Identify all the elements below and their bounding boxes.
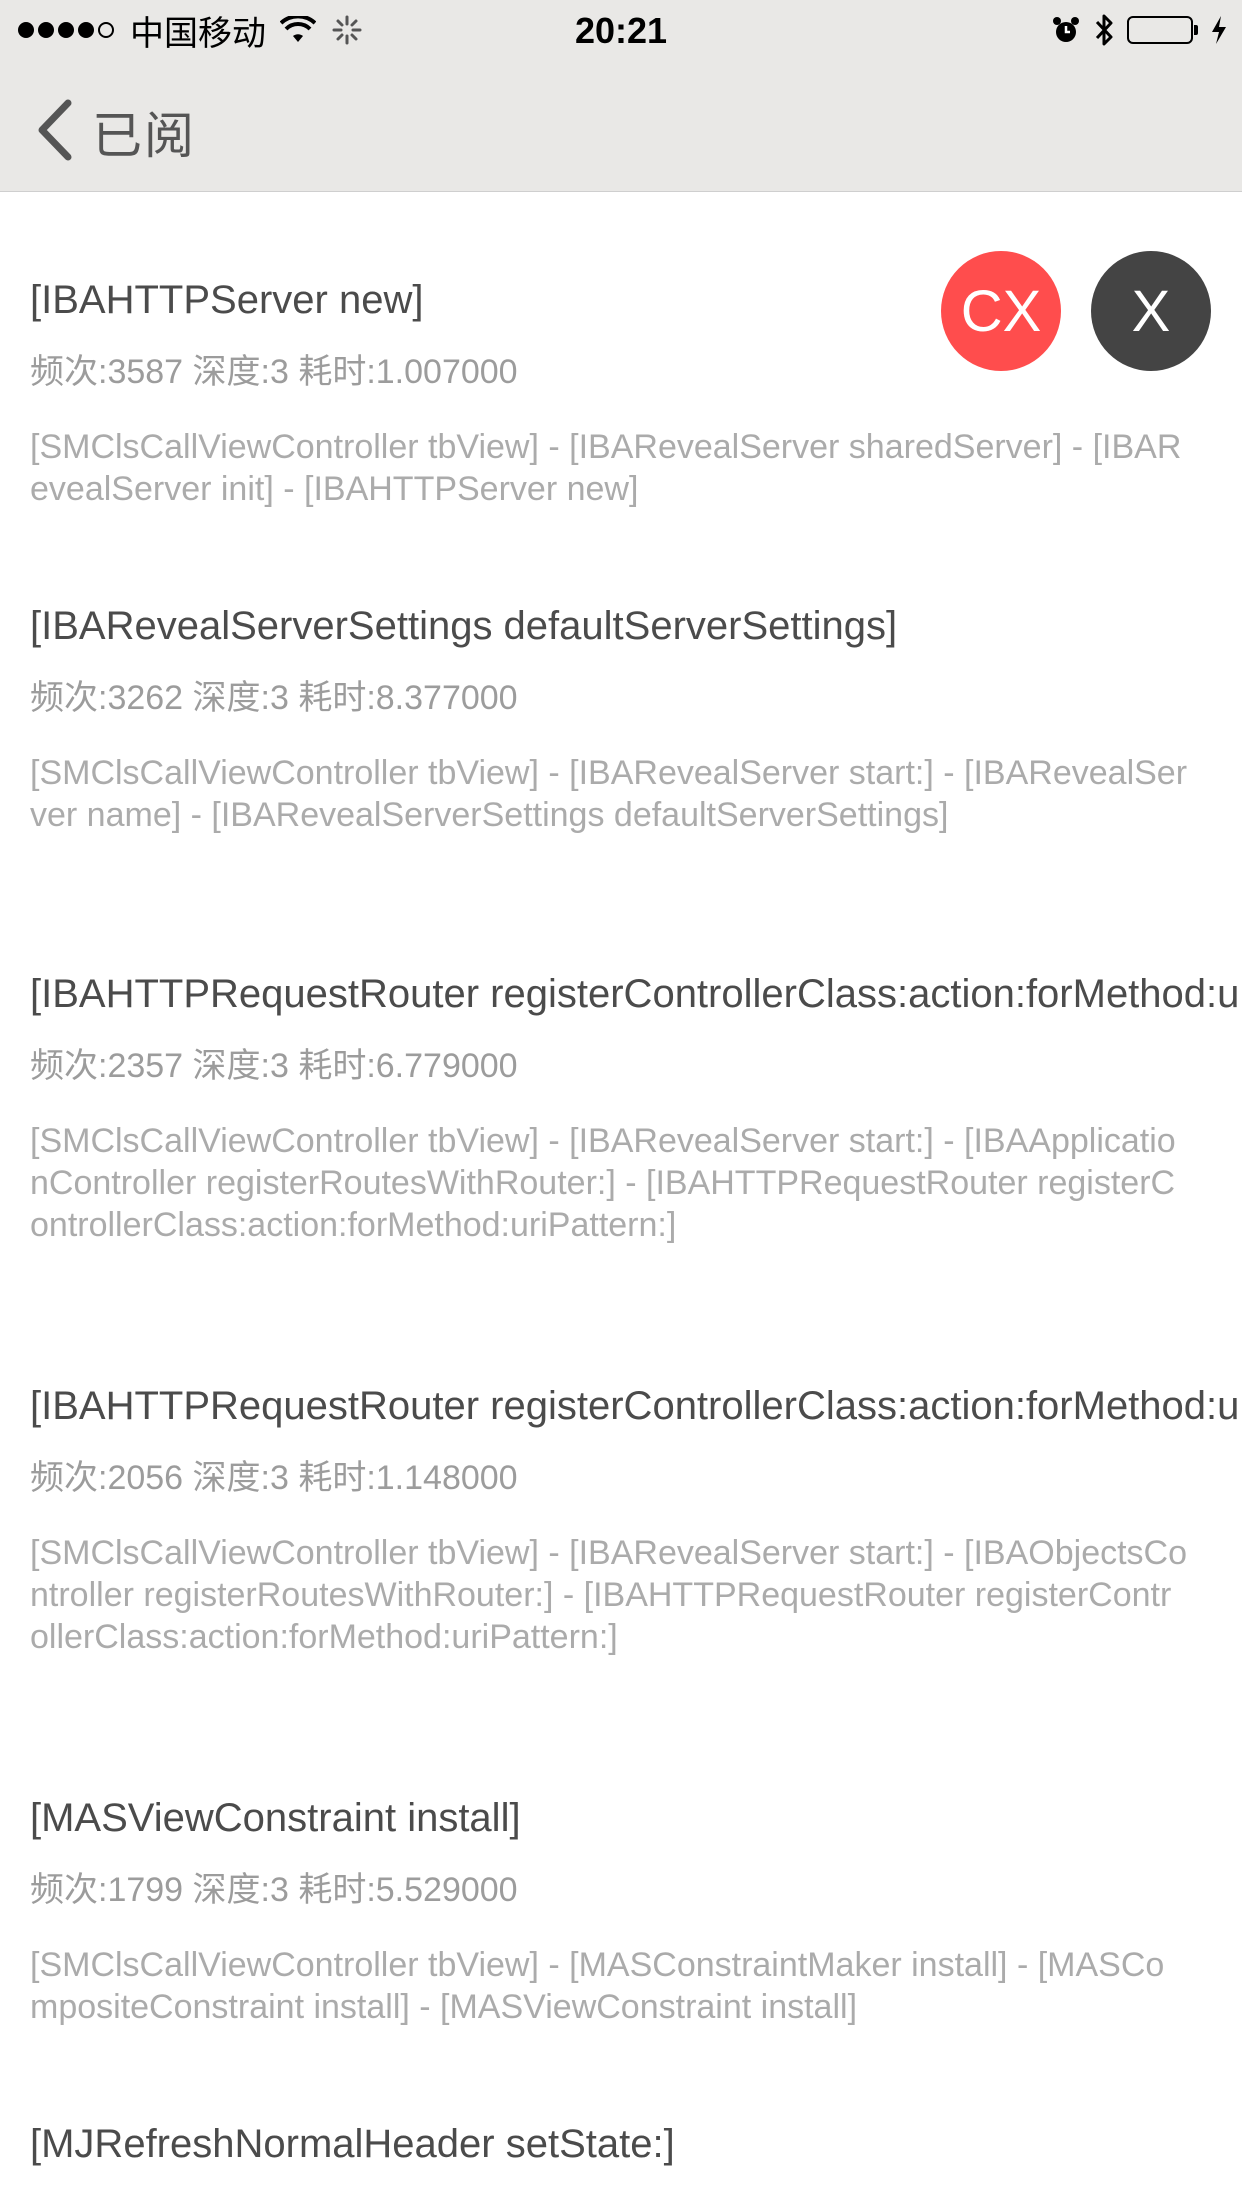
item-call-stack: [SMClsCallViewController tbView] - [IBAR…: [30, 1534, 1188, 1656]
item-title: [IBAHTTPRequestRouter registerController…: [30, 972, 1242, 1016]
item-meta: 频次:2357 深度:3 耗时:6.779000: [30, 1047, 518, 1085]
item-title: [IBARevealServerSettings defaultServerSe…: [30, 604, 898, 648]
back-button[interactable]: 已阅: [34, 96, 196, 168]
battery-tip: [1194, 25, 1198, 35]
item-title: [MJRefreshNormalHeader setState:]: [30, 2122, 675, 2166]
alarm-icon: [1051, 15, 1081, 45]
cx-button[interactable]: CX: [941, 251, 1061, 371]
battery-body: [1127, 16, 1193, 44]
item-meta: 频次:1799 深度:3 耗时:5.529000: [30, 1871, 518, 1909]
navigation-bar: 已阅: [0, 60, 1242, 192]
item-call-stack: [SMClsCallViewController tbView] - [IBAR…: [30, 428, 1182, 508]
item-title: [IBAHTTPRequestRouter registerController…: [30, 1384, 1242, 1428]
chevron-left-icon: [34, 99, 74, 166]
charging-icon: [1210, 15, 1228, 45]
status-bar-right: [1039, 10, 1228, 50]
status-bar: 中国移动 20:21: [0, 0, 1242, 60]
list-item[interactable]: [IBAHTTPRequestRouter registerController…: [30, 970, 1242, 1246]
list-item[interactable]: [MJRefreshNormalHeader setState:]: [30, 2120, 1242, 2168]
item-meta: 频次:3587 深度:3 耗时:1.007000: [30, 353, 518, 391]
bluetooth-icon: [1093, 13, 1115, 47]
list-item[interactable]: [MASViewConstraint install] 频次:1799 深度:3…: [30, 1794, 1242, 2028]
item-meta: 频次:3262 深度:3 耗时:8.377000: [30, 679, 518, 717]
list-item[interactable]: [IBAHTTPRequestRouter registerController…: [30, 1382, 1242, 1658]
close-x-button[interactable]: X: [1091, 251, 1211, 371]
item-call-stack: [SMClsCallViewController tbView] - [IBAR…: [30, 754, 1188, 834]
item-meta: 频次:2056 深度:3 耗时:1.148000: [30, 1459, 518, 1497]
back-label: 已阅: [92, 108, 196, 164]
item-call-stack: [SMClsCallViewController tbView] - [MASC…: [30, 1946, 1165, 2026]
list-item[interactable]: [IBARevealServerSettings defaultServerSe…: [30, 602, 1242, 836]
battery-icon: [1127, 16, 1198, 44]
item-title: [MASViewConstraint install]: [30, 1796, 521, 1840]
item-call-stack: [SMClsCallViewController tbView] - [IBAR…: [30, 1122, 1176, 1244]
